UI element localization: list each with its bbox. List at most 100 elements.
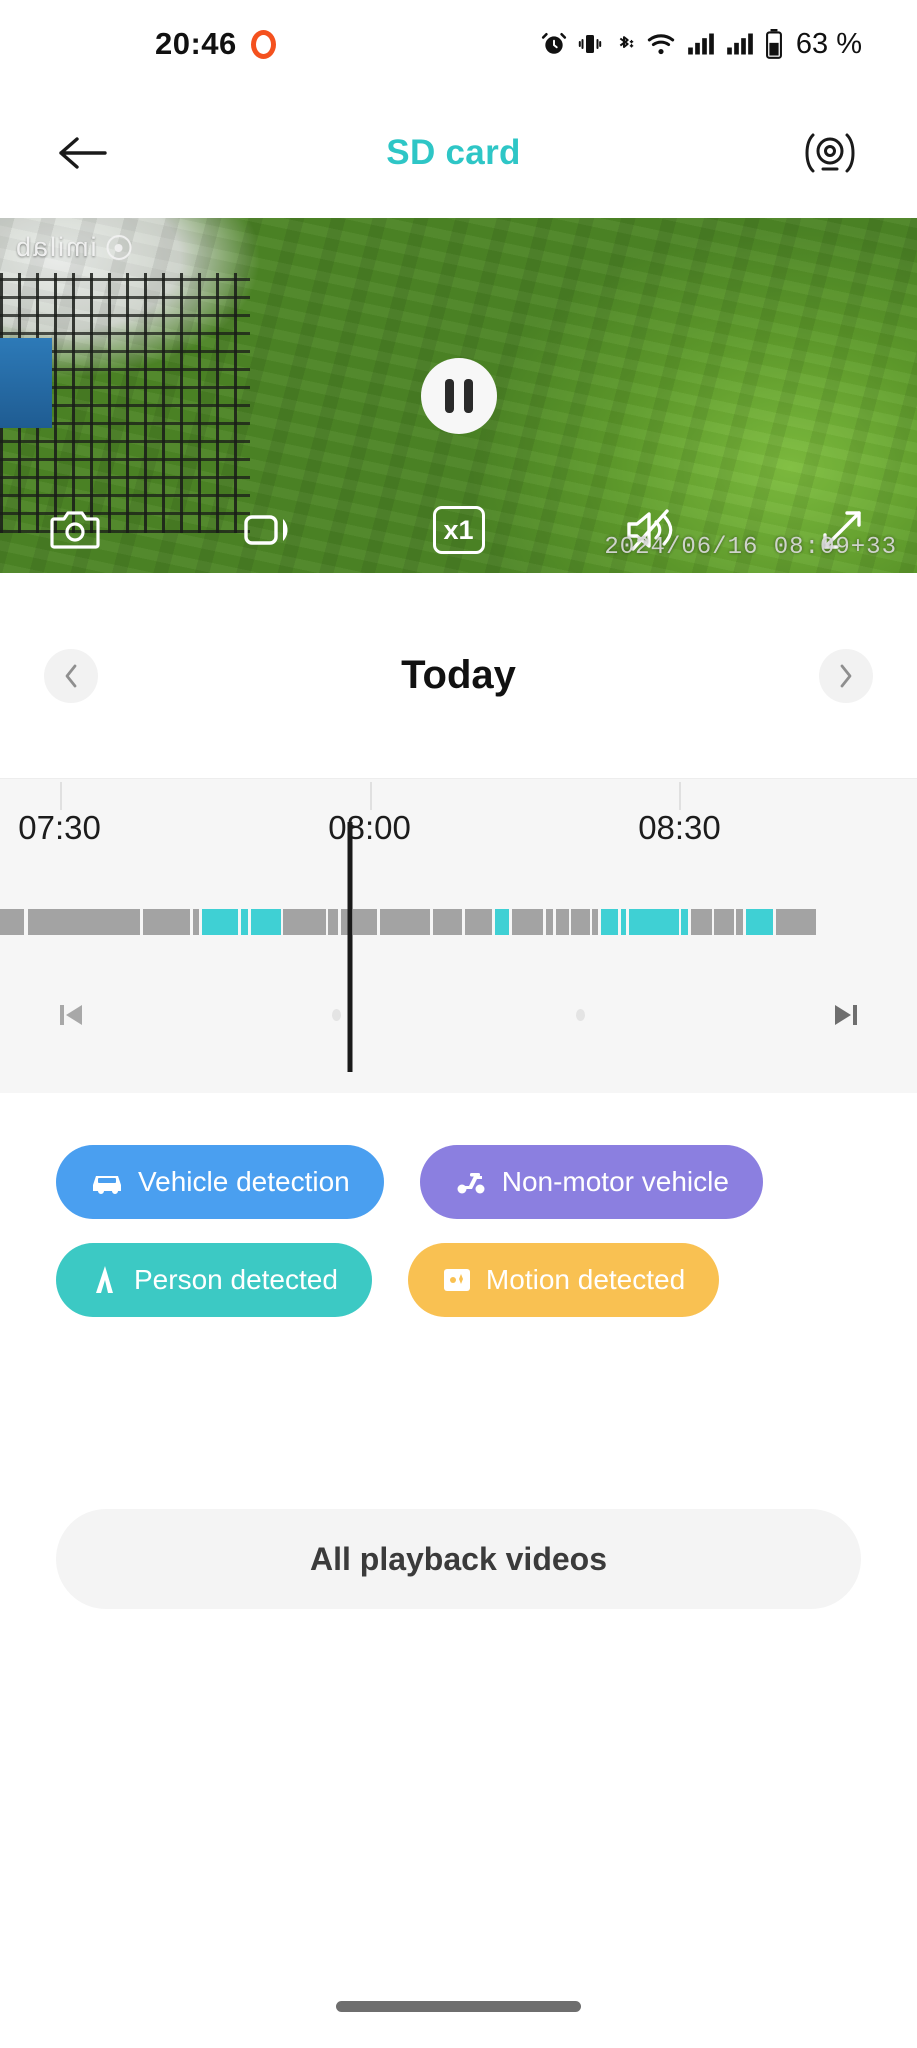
filter-label: Vehicle detection (138, 1166, 350, 1197)
filter-person-detected[interactable]: Person detected (56, 1243, 372, 1317)
page-title: SD card (386, 133, 521, 172)
timeline-segment-normal[interactable] (283, 909, 326, 935)
timeline-segment-normal[interactable] (328, 909, 339, 935)
day-navigation: Today (0, 573, 917, 778)
timeline-tick (679, 782, 682, 810)
timeline-segment-normal[interactable] (379, 909, 431, 935)
pause-bar-right (463, 378, 473, 413)
timeline-segment-normal[interactable] (353, 909, 377, 935)
back-button[interactable] (52, 123, 112, 183)
battery-icon (765, 29, 782, 59)
timeline-segment-event[interactable] (745, 909, 774, 935)
timeline-labels: 07:30 08:00 08:30 (0, 809, 917, 859)
skip-next-icon (834, 1005, 857, 1025)
event-filter-row-1: Vehicle detection Non-motor vehicle (0, 1145, 917, 1219)
filter-vehicle-detection[interactable]: Vehicle detection (56, 1145, 384, 1219)
filter-label: Person detected (134, 1264, 338, 1295)
timeline-segment-normal[interactable] (690, 909, 712, 935)
timeline-segment-normal[interactable] (464, 909, 493, 935)
vibrate-icon (578, 35, 602, 53)
home-indicator[interactable] (336, 2000, 581, 2012)
video-player[interactable]: imilab x1 2024/06/16 08:09+33 (0, 218, 917, 573)
timeline-segment-normal[interactable] (555, 909, 569, 935)
pause-bar-left (444, 378, 454, 413)
timeline-segment-event[interactable] (681, 909, 688, 935)
back-arrow-icon (59, 137, 107, 169)
timeline-controls (0, 991, 917, 1039)
timeline-segment-event[interactable] (629, 909, 679, 935)
bluetooth-icon (619, 36, 634, 48)
next-event-button[interactable] (821, 991, 869, 1039)
camera-icon (50, 511, 100, 549)
timeline-segment-normal[interactable] (571, 909, 590, 935)
chevron-left-icon (65, 664, 77, 687)
timeline-segment-event[interactable] (251, 909, 281, 935)
previous-event-button[interactable] (48, 991, 96, 1039)
filter-non-motor-vehicle[interactable]: Non-motor vehicle (419, 1145, 763, 1219)
filter-label: Non-motor vehicle (501, 1166, 729, 1197)
timeline-tick-label: 07:30 (18, 809, 101, 846)
current-day-label: Today (401, 653, 516, 697)
car-icon (93, 1176, 121, 1194)
ring-indicator-icon (250, 29, 276, 59)
timeline-segment-normal[interactable] (592, 909, 598, 935)
video-frame-bin (0, 338, 52, 428)
filter-label: Motion detected (485, 1264, 686, 1295)
previous-day-button[interactable] (44, 648, 98, 703)
timeline-segment-normal[interactable] (27, 909, 141, 935)
motion-icon (443, 1269, 470, 1291)
video-watermark: imilab (14, 232, 132, 263)
alarm-icon (541, 32, 567, 54)
timeline-segment-normal[interactable] (192, 909, 199, 935)
timeline-tick (369, 782, 372, 810)
signal-icon-2 (727, 33, 753, 55)
all-playback-section: All playback videos (0, 1341, 917, 1609)
pause-button[interactable] (420, 357, 497, 434)
video-camera-icon (244, 515, 288, 545)
timeline-segment-event[interactable] (495, 909, 509, 935)
timeline-recording-bar[interactable] (0, 909, 917, 935)
timeline-segment-event[interactable] (201, 909, 239, 935)
timeline-segment-normal[interactable] (432, 909, 463, 935)
event-filters: Vehicle detection Non-motor vehicle Pers… (0, 1093, 917, 1317)
person-icon (96, 1266, 113, 1293)
timeline-segment-normal[interactable] (0, 909, 24, 935)
status-bar-right: 63 % (541, 28, 887, 61)
timeline-segment-event[interactable] (241, 909, 249, 935)
timeline-segment-normal[interactable] (511, 909, 543, 935)
battery-percent: 63 % (795, 27, 862, 60)
timeline[interactable]: 07:30 08:00 08:30 (0, 778, 917, 1093)
camera-lens-icon (805, 133, 855, 173)
all-playback-videos-button[interactable]: All playback videos (56, 1509, 861, 1609)
chevron-right-icon (840, 664, 852, 687)
camera-view-button[interactable] (795, 123, 865, 183)
timeline-tick-label: 08:00 (328, 809, 411, 846)
wifi-icon (647, 34, 675, 55)
status-time: 20:46 (155, 26, 237, 61)
timeline-tick-label: 08:30 (638, 809, 721, 846)
status-bar: 20:46 63 % (0, 0, 917, 88)
event-filter-row-2: Person detected Motion detected (0, 1243, 917, 1317)
scooter-icon (457, 1173, 485, 1194)
timeline-segment-normal[interactable] (736, 909, 743, 935)
snapshot-button[interactable] (46, 505, 104, 555)
timeline-segment-event[interactable] (600, 909, 619, 935)
filter-motion-detected[interactable]: Motion detected (407, 1243, 720, 1317)
next-day-button[interactable] (818, 648, 873, 703)
skip-previous-icon (60, 1005, 82, 1025)
timeline-segment-event[interactable] (620, 909, 627, 935)
timeline-segment-normal[interactable] (714, 909, 734, 935)
imilab-logo-icon (106, 235, 132, 260)
video-timestamp: 2024/06/16 08:09+33 (604, 534, 897, 561)
timeline-segment-normal[interactable] (775, 909, 817, 935)
timeline-dot-left (331, 1009, 341, 1021)
home-indicator-area (0, 1964, 917, 2048)
timeline-segment-normal[interactable] (143, 909, 190, 935)
status-bar-left: 20:46 (155, 26, 276, 62)
timeline-segment-normal[interactable] (545, 909, 553, 935)
timeline-tick (59, 782, 62, 810)
timeline-dot-right (576, 1009, 586, 1021)
record-button[interactable] (239, 505, 297, 555)
video-watermark-text: imilab (14, 232, 97, 262)
speed-button[interactable]: x1 (432, 506, 485, 554)
